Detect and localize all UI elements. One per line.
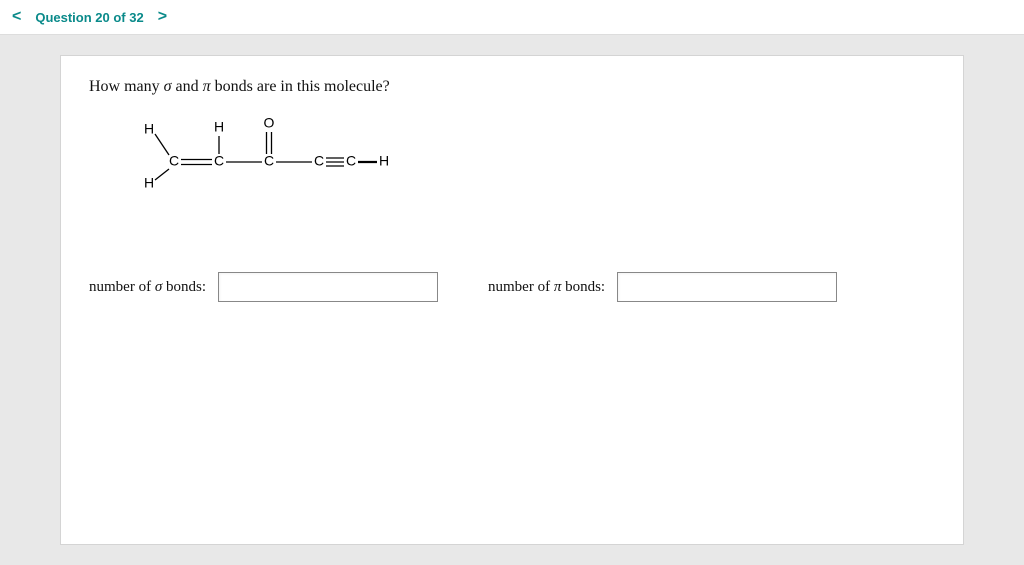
molecule-svg: H H H O C C C C C H — [129, 112, 429, 192]
next-question-button[interactable]: > — [158, 8, 167, 26]
pi-answer-label: number of π bonds: — [488, 279, 605, 296]
atom-label-C: C — [214, 153, 224, 169]
sigma-answer-label: number of σ bonds: — [89, 279, 206, 296]
label-text: number of — [89, 279, 155, 295]
question-counter: Question 20 of 32 — [35, 10, 143, 25]
question-card: How many σ and π bonds are in this molec… — [60, 55, 964, 545]
bond-single — [155, 169, 169, 180]
question-prompt: How many σ and π bonds are in this molec… — [89, 78, 935, 96]
sigma-bonds-input[interactable] — [218, 272, 438, 302]
pi-symbol: π — [203, 78, 211, 95]
bond-single — [155, 134, 169, 155]
atom-label-C: C — [346, 153, 356, 169]
molecule-diagram: H H H O C C C C C H — [129, 112, 935, 192]
atom-label-O: O — [264, 115, 275, 131]
label-text: bonds: — [162, 279, 206, 295]
prev-question-button[interactable]: < — [12, 8, 21, 26]
prompt-text: How many — [89, 78, 164, 95]
atom-label-C: C — [264, 153, 274, 169]
sigma-symbol: σ — [164, 78, 172, 95]
atom-label-C: C — [169, 153, 179, 169]
atom-label-H: H — [144, 175, 154, 191]
prompt-text: bonds are in this molecule? — [211, 78, 390, 95]
prompt-text: and — [172, 78, 203, 95]
sigma-answer-group: number of σ bonds: — [89, 272, 438, 302]
answer-row: number of σ bonds: number of π bonds: — [89, 272, 935, 302]
atom-label-C: C — [314, 153, 324, 169]
label-text: number of — [488, 279, 554, 295]
atom-label-H: H — [144, 121, 154, 137]
atom-label-H: H — [379, 153, 389, 169]
question-nav-bar: < Question 20 of 32 > — [0, 0, 1024, 35]
card-container: How many σ and π bonds are in this molec… — [0, 35, 1024, 565]
label-text: bonds: — [561, 279, 605, 295]
pi-bonds-input[interactable] — [617, 272, 837, 302]
atom-label-H: H — [214, 119, 224, 135]
pi-answer-group: number of π bonds: — [488, 272, 837, 302]
